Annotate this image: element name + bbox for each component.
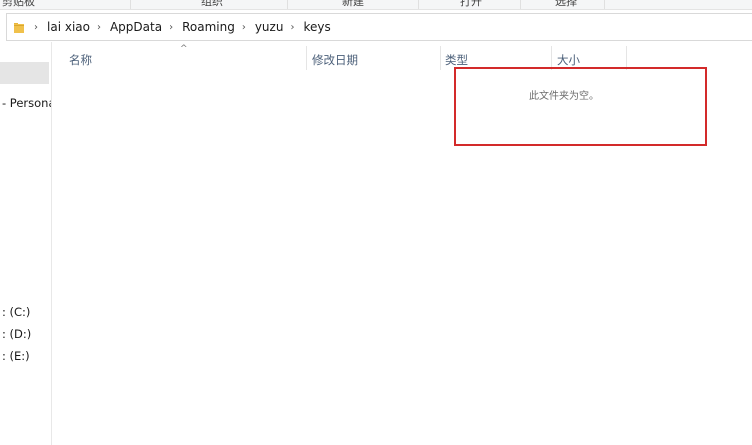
chevron-right-icon[interactable]: › — [165, 22, 177, 33]
ribbon-separator — [520, 0, 521, 9]
ribbon-separator — [418, 0, 419, 9]
address-bar[interactable]: › lai xiao › AppData › Roaming › yuzu › … — [6, 13, 752, 41]
folder-icon — [14, 23, 24, 33]
breadcrumb-item-appdata[interactable]: AppData — [108, 20, 164, 34]
nav-item-drive-e[interactable]: : (E:) — [2, 349, 30, 363]
sort-ascending-icon: ^ — [180, 44, 188, 54]
column-header-name[interactable]: 名称 — [69, 52, 92, 68]
chevron-right-icon[interactable]: › — [238, 22, 250, 33]
ribbon-group-select: 选择 — [555, 0, 577, 8]
nav-item-selected[interactable] — [0, 62, 49, 84]
column-divider[interactable] — [306, 46, 307, 70]
column-divider[interactable] — [440, 46, 441, 70]
navigation-pane: - Persona : (C:) : (D:) : (E:) — [0, 42, 52, 445]
column-header-size[interactable]: 大小 — [557, 52, 580, 68]
ribbon-group-organize: 组织 — [201, 0, 223, 8]
breadcrumb: › lai xiao › AppData › Roaming › yuzu › … — [29, 14, 333, 40]
nav-item-onedrive-personal[interactable]: - Persona — [2, 96, 51, 110]
chevron-right-icon[interactable]: › — [93, 22, 105, 33]
ribbon-separator — [130, 0, 131, 9]
column-header-type[interactable]: 类型 — [445, 52, 468, 68]
highlight-annotation-box — [454, 67, 707, 146]
breadcrumb-item-yuzu[interactable]: yuzu — [253, 20, 286, 34]
ribbon-group-clipboard: 剪贴板 — [2, 0, 35, 8]
ribbon-separator — [604, 0, 605, 9]
ribbon-group-labels: 剪贴板 组织 新建 打开 选择 — [0, 0, 752, 10]
column-header-date-modified[interactable]: 修改日期 — [312, 52, 358, 68]
ribbon-separator — [287, 0, 288, 9]
chevron-right-icon[interactable]: › — [286, 22, 298, 33]
ribbon-group-open: 打开 — [460, 0, 482, 8]
breadcrumb-item-keys[interactable]: keys — [301, 20, 332, 34]
nav-item-drive-c[interactable]: : (C:) — [2, 305, 30, 319]
chevron-right-icon[interactable]: › — [30, 22, 42, 33]
breadcrumb-item-roaming[interactable]: Roaming — [180, 20, 237, 34]
breadcrumb-item-user[interactable]: lai xiao — [45, 20, 92, 34]
nav-item-drive-d[interactable]: : (D:) — [2, 327, 31, 341]
ribbon-group-new: 新建 — [342, 0, 364, 8]
